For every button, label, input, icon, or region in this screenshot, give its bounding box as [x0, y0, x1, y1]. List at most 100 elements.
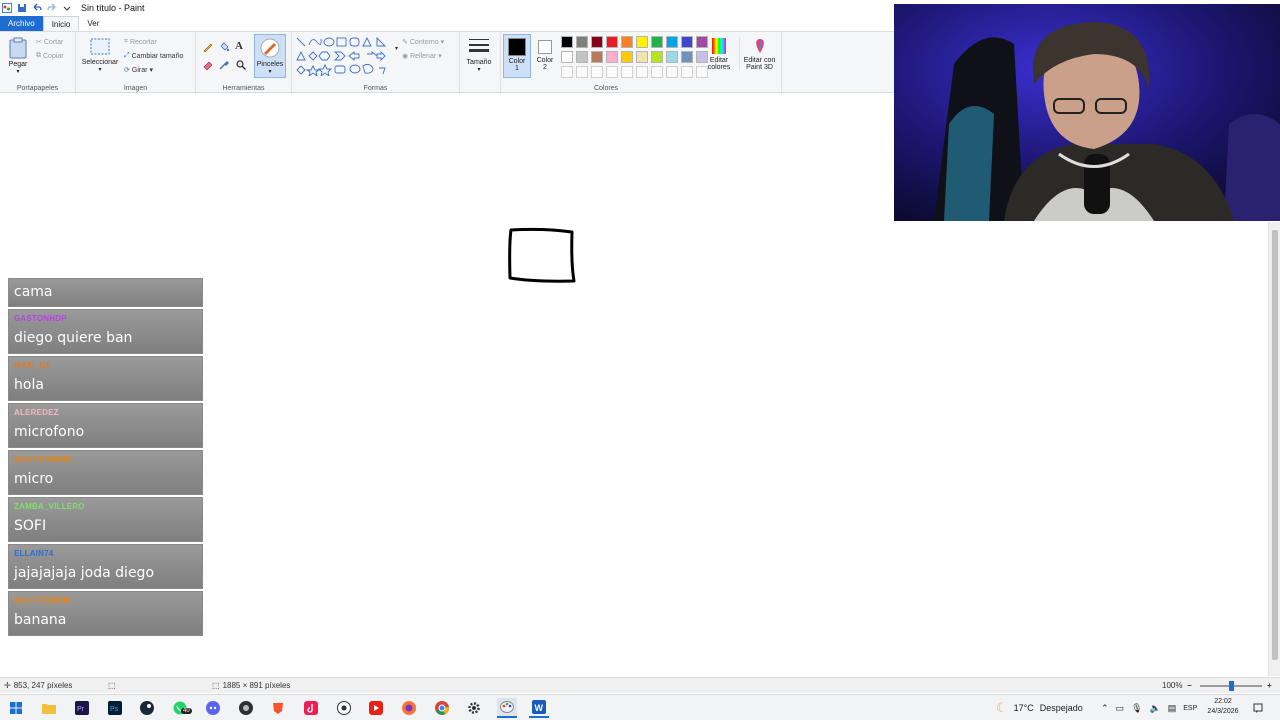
scrollbar-thumb[interactable] [1272, 230, 1278, 660]
brushes-button[interactable]: Pinceles ▾ [254, 34, 286, 78]
palette-swatch[interactable] [651, 51, 663, 63]
palette-swatch[interactable] [591, 51, 603, 63]
eraser-tool[interactable] [202, 59, 214, 71]
network-icon[interactable]: ▤ [1168, 703, 1177, 714]
text-tool[interactable]: A [235, 40, 243, 52]
palette-custom-swatch[interactable] [666, 66, 678, 78]
palette-custom-swatch[interactable] [636, 66, 648, 78]
undo-icon[interactable] [32, 3, 42, 13]
paste-button[interactable]: Pegar ▾ [4, 37, 32, 75]
paint3d-button[interactable]: Editar con Paint 3D [739, 37, 779, 71]
color-picker-tool[interactable] [218, 59, 230, 71]
shapes-scroll-down[interactable]: ▾ [395, 45, 398, 52]
outline-icon: ✎ [402, 39, 408, 46]
shapes-gallery[interactable] [295, 36, 393, 76]
paint-taskbar-icon[interactable] [497, 698, 517, 718]
volume-icon[interactable]: 🔈 [1150, 703, 1161, 714]
palette-swatch[interactable] [561, 36, 573, 48]
palette-custom-swatch[interactable] [606, 66, 618, 78]
chat-username: GASTONHDP [14, 314, 67, 323]
weather-condition: Despejado [1039, 703, 1083, 713]
resize-button[interactable]: ⤢ Cambiar tamaño [124, 52, 183, 60]
color1-button[interactable]: Color 1 [503, 34, 531, 78]
save-icon[interactable] [17, 3, 27, 13]
obs-studio-icon[interactable] [334, 698, 354, 718]
pencil-tool[interactable] [202, 41, 214, 53]
clock[interactable]: 22:02 24/3/2026 [1198, 697, 1248, 717]
redo-icon[interactable] [47, 3, 57, 13]
palette-custom-swatch[interactable] [621, 66, 633, 78]
palette-swatch[interactable] [681, 51, 693, 63]
palette-custom-swatch[interactable] [576, 66, 588, 78]
chrome-icon[interactable] [432, 698, 452, 718]
fill-button[interactable]: ◉ Rellenar ▾ [402, 52, 442, 61]
tab-view[interactable]: Ver [79, 16, 107, 31]
notifications-icon[interactable] [1250, 698, 1266, 718]
crop-button[interactable]: ⌗ Recortar [124, 38, 157, 46]
windows-start-icon[interactable] [6, 698, 26, 718]
palette-swatch[interactable] [606, 51, 618, 63]
zoom-slider-thumb[interactable] [1229, 681, 1234, 691]
magnifier-tool[interactable] [235, 59, 247, 71]
palette-swatch[interactable] [651, 36, 663, 48]
palette-swatch[interactable] [636, 51, 648, 63]
color2-button[interactable]: Color 2 [532, 34, 558, 78]
palette-swatch[interactable] [636, 36, 648, 48]
vertical-scrollbar[interactable] [1268, 222, 1280, 676]
brave-icon[interactable] [268, 698, 288, 718]
palette-swatch[interactable] [576, 36, 588, 48]
palette-custom-swatch[interactable] [681, 66, 693, 78]
youtube-studio-icon[interactable] [366, 698, 386, 718]
clipboard-group: Pegar ▾ ✂ Cortar ⧉ Copiar Portapapeles [0, 32, 76, 94]
chat-username: BASTIRODRIG [14, 455, 73, 464]
tab-home[interactable]: Inicio [42, 16, 80, 31]
select-button[interactable]: Seleccionar ▾ [80, 37, 120, 73]
word-icon[interactable]: W [529, 698, 549, 718]
palette-swatch[interactable] [591, 36, 603, 48]
palette-custom-swatch[interactable] [561, 66, 573, 78]
photoshop-icon[interactable]: Ps [105, 698, 125, 718]
language-indicator[interactable]: ESP [1183, 705, 1197, 712]
image-group: Seleccionar ▾ ⌗ Recortar ⤢ Cambiar tamaño … [76, 32, 196, 94]
clock-date: 24/3/2026 [1207, 708, 1239, 715]
palette-swatch[interactable] [681, 36, 693, 48]
size-button[interactable]: Tamaño ▾ [462, 37, 496, 73]
brush-icon [260, 38, 280, 58]
palette-swatch[interactable] [576, 51, 588, 63]
quick-access-dropdown-icon[interactable] [62, 3, 72, 13]
palette-swatch[interactable] [666, 36, 678, 48]
streamer-webcam-image [894, 4, 1280, 221]
whatsapp-icon[interactable]: 40 [170, 698, 192, 718]
rotate-button[interactable]: ⟳ Girar ▾ [124, 66, 153, 75]
palette-swatch[interactable] [561, 51, 573, 63]
palette-swatch[interactable] [621, 36, 633, 48]
microphone-icon[interactable]: 🎙 [1131, 703, 1142, 714]
palette-custom-swatch[interactable] [651, 66, 663, 78]
palette-swatch[interactable] [606, 36, 618, 48]
settings-icon[interactable] [464, 698, 484, 718]
tray-overflow-icon[interactable]: ⌃ [1101, 703, 1109, 714]
steam-icon[interactable] [137, 698, 157, 718]
copy-button[interactable]: ⧉ Copiar [36, 52, 64, 60]
size-label: Tamaño [466, 59, 492, 66]
palette-custom-swatch[interactable] [591, 66, 603, 78]
zoom-in-button[interactable]: + [1267, 681, 1272, 690]
palette-swatch[interactable] [621, 51, 633, 63]
touchpad-icon[interactable]: ▭ [1116, 703, 1125, 714]
fill-tool[interactable] [218, 41, 230, 53]
weather-widget[interactable]: ☾ 17°C Despejado [996, 695, 1083, 720]
edit-colors-button[interactable]: Editar colores [704, 37, 734, 71]
zoom-out-button[interactable]: − [1187, 681, 1192, 690]
discord-icon[interactable] [203, 698, 223, 718]
obs-icon[interactable] [236, 698, 256, 718]
premiere-pro-icon[interactable]: Pr [72, 698, 92, 718]
tab-file[interactable]: Archivo [0, 16, 43, 31]
tiktok-icon[interactable] [301, 698, 321, 718]
resize-icon: ⤢ [124, 52, 130, 59]
eraser-icon [203, 61, 213, 71]
firefox-icon[interactable] [399, 698, 419, 718]
palette-swatch[interactable] [666, 51, 678, 63]
file-explorer-icon[interactable] [39, 698, 59, 718]
outline-button[interactable]: ✎ Contorno ▾ [402, 38, 444, 47]
cut-button[interactable]: ✂ Cortar [36, 38, 63, 47]
